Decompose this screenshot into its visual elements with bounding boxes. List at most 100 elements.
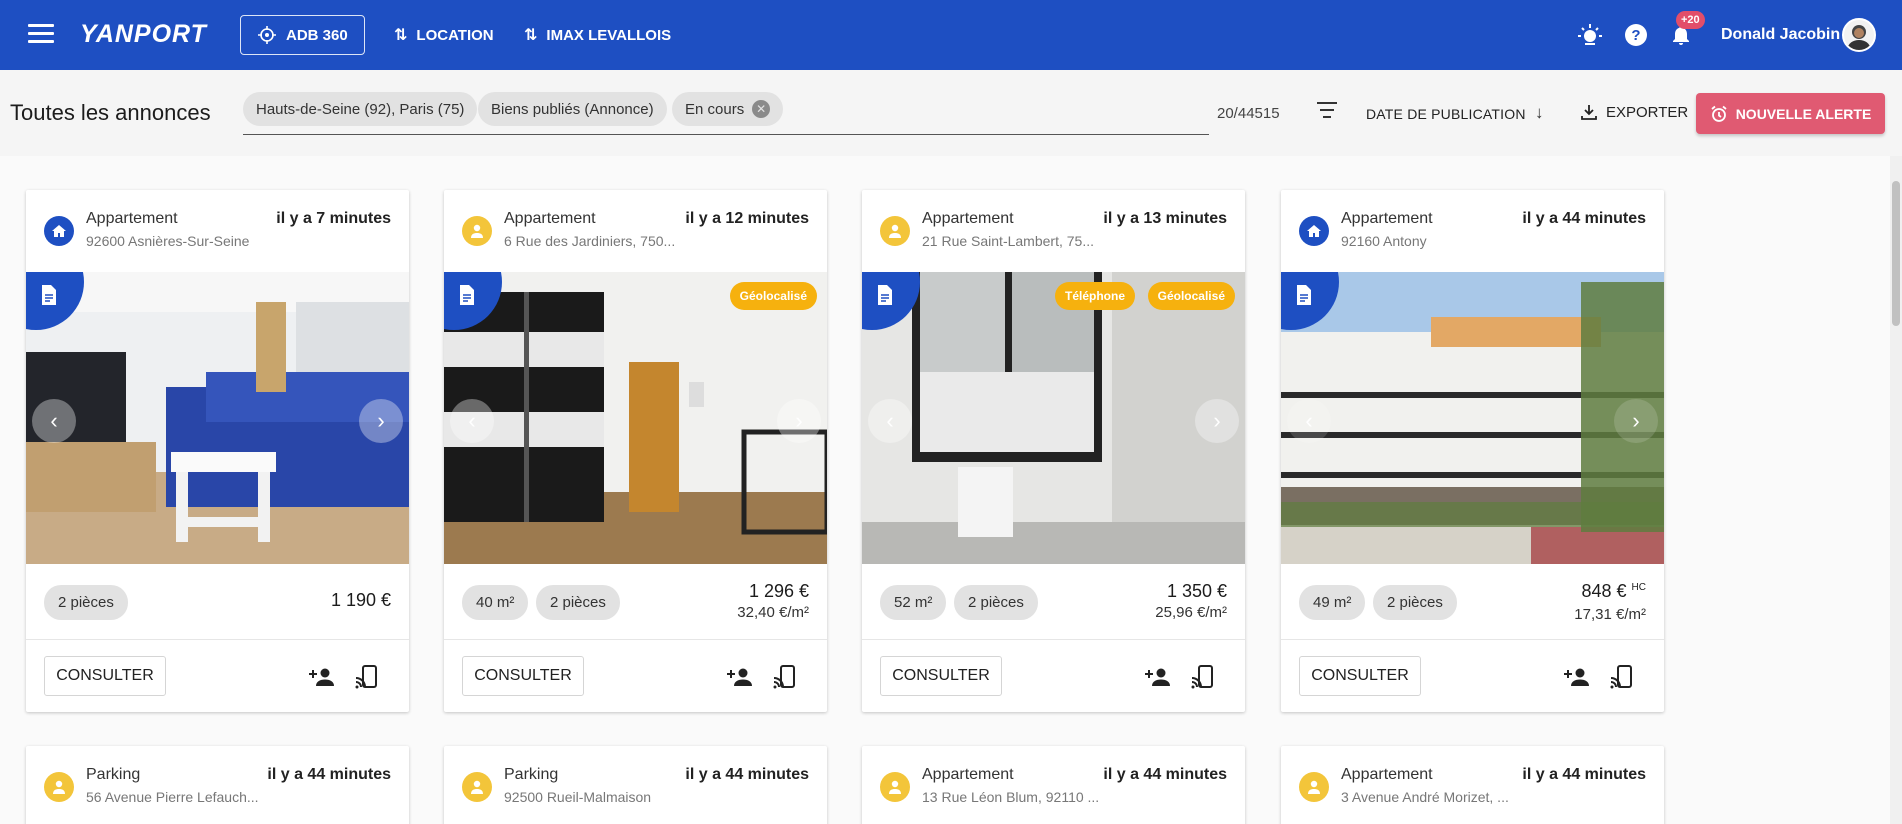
charges-label: HC bbox=[1631, 582, 1646, 593]
listing-time: il y a 44 minutes bbox=[685, 766, 809, 783]
filter-input-underline bbox=[243, 134, 1209, 135]
listing-photo[interactable]: ‹ › bbox=[26, 272, 409, 564]
menu-icon[interactable] bbox=[28, 24, 54, 46]
listing-card[interactable]: Appartement 21 Rue Saint-Lambert, 75... … bbox=[862, 190, 1245, 712]
home-icon bbox=[44, 216, 74, 246]
nav-label: LOCATION bbox=[416, 26, 494, 44]
alert-label: NOUVELLE ALERTE bbox=[1735, 105, 1872, 122]
previous-photo-button[interactable]: ‹ bbox=[450, 399, 494, 443]
swap-vert-icon: ⇅ bbox=[524, 27, 538, 44]
nav-location-button[interactable]: ⇅ LOCATION bbox=[394, 15, 494, 55]
rooms-chip: 2 pièces bbox=[1373, 585, 1457, 620]
cast-phone-icon[interactable] bbox=[354, 664, 380, 690]
filter-list-icon[interactable] bbox=[1315, 102, 1339, 122]
listing-card[interactable]: Parking 92500 Rueil-Malmaison il y a 44 … bbox=[444, 746, 827, 824]
filter-chip-status[interactable]: Biens publiés (Annonce) bbox=[478, 92, 667, 126]
document-icon bbox=[878, 285, 892, 305]
rooms-chip: 2 pièces bbox=[954, 585, 1038, 620]
listing-time: il y a 44 minutes bbox=[1522, 210, 1646, 227]
sort-select[interactable]: DATE DE PUBLICATION bbox=[1366, 106, 1526, 122]
top-app-bar: YANPORT ADB 360 ⇅ LOCATION ⇅ IMAX LEVALL… bbox=[0, 0, 1902, 70]
listing-card[interactable]: Appartement 3 Avenue André Morizet, ... … bbox=[1281, 746, 1664, 824]
listing-address: 3 Avenue André Morizet, ... bbox=[1341, 789, 1509, 805]
photo-image bbox=[1281, 272, 1664, 564]
swap-vert-icon: ⇅ bbox=[394, 27, 408, 44]
cast-phone-icon[interactable] bbox=[1190, 664, 1216, 690]
next-photo-button[interactable]: › bbox=[1614, 399, 1658, 443]
listing-card[interactable]: Appartement 13 Rue Léon Blum, 92110 ... … bbox=[862, 746, 1245, 824]
photo-image bbox=[862, 272, 1245, 564]
chip-label: Hauts-de-Seine (92), Paris (75) bbox=[256, 100, 465, 118]
listing-time: il y a 12 minutes bbox=[685, 210, 809, 227]
add-person-icon[interactable] bbox=[1564, 664, 1590, 690]
person-icon bbox=[462, 216, 492, 246]
next-photo-button[interactable]: › bbox=[359, 399, 403, 443]
chip-label: En cours bbox=[685, 100, 745, 118]
listing-card[interactable]: Appartement 92600 Asnières-Sur-Seine il … bbox=[26, 190, 409, 712]
page-title: Toutes les annonces bbox=[10, 100, 211, 125]
consult-button[interactable]: CONSULTER bbox=[462, 656, 584, 696]
listing-type: Parking bbox=[86, 766, 141, 783]
scrollbar-thumb[interactable] bbox=[1892, 181, 1900, 326]
arrow-down-icon[interactable]: ↓ bbox=[1535, 103, 1544, 123]
export-button[interactable]: EXPORTER bbox=[1580, 103, 1688, 121]
person-icon bbox=[462, 772, 492, 802]
geolocated-tag: Géolocalisé bbox=[1147, 282, 1235, 310]
avatar[interactable] bbox=[1842, 18, 1876, 52]
next-photo-button[interactable]: › bbox=[1195, 399, 1239, 443]
rooms-chip: 2 pièces bbox=[536, 585, 620, 620]
listing-address: 92160 Antony bbox=[1341, 233, 1427, 249]
cast-phone-icon[interactable] bbox=[1609, 664, 1635, 690]
nav-label: IMAX LEVALLOIS bbox=[546, 26, 672, 44]
consult-button[interactable]: CONSULTER bbox=[44, 656, 166, 696]
price-per-m2: 25,96 €/m² bbox=[1155, 604, 1227, 621]
add-person-icon[interactable] bbox=[309, 664, 335, 690]
app-logo[interactable]: YANPORT bbox=[80, 20, 207, 49]
export-label: EXPORTER bbox=[1606, 103, 1689, 121]
new-alert-button[interactable]: NOUVELLE ALERTE bbox=[1696, 93, 1885, 134]
nav-label: ADB 360 bbox=[286, 26, 348, 44]
next-photo-button[interactable]: › bbox=[777, 399, 821, 443]
listing-card[interactable]: Parking 56 Avenue Pierre Lefauch... il y… bbox=[26, 746, 409, 824]
person-icon bbox=[880, 772, 910, 802]
listing-photo[interactable]: Téléphone Géolocalisé ‹ › bbox=[862, 272, 1245, 564]
cast-phone-icon[interactable] bbox=[772, 664, 798, 690]
surface-chip: 40 m² bbox=[462, 585, 529, 620]
previous-photo-button[interactable]: ‹ bbox=[32, 399, 76, 443]
listing-card[interactable]: Appartement 92160 Antony il y a 44 minut… bbox=[1281, 190, 1664, 712]
add-person-icon[interactable] bbox=[1145, 664, 1171, 690]
consult-button[interactable]: CONSULTER bbox=[1299, 656, 1421, 696]
listing-time: il y a 7 minutes bbox=[276, 210, 391, 227]
consult-button[interactable]: CONSULTER bbox=[880, 656, 1002, 696]
filter-chip-location[interactable]: Hauts-de-Seine (92), Paris (75) bbox=[243, 92, 478, 126]
notifications-badge: +20 bbox=[1676, 11, 1705, 29]
filter-chip-en-cours[interactable]: En cours ✕ bbox=[672, 92, 784, 126]
user-name[interactable]: Donald Jacobin bbox=[1721, 26, 1840, 44]
nav-adb360-button[interactable]: ADB 360 bbox=[240, 15, 365, 55]
alarm-icon bbox=[1711, 105, 1727, 122]
nav-imax-levallois-button[interactable]: ⇅ IMAX LEVALLOIS bbox=[524, 15, 671, 55]
listing-time: il y a 44 minutes bbox=[267, 766, 391, 783]
scrollbar[interactable] bbox=[1890, 156, 1902, 824]
brightness-icon[interactable] bbox=[1577, 22, 1603, 48]
add-person-icon[interactable] bbox=[727, 664, 753, 690]
person-icon bbox=[1299, 772, 1329, 802]
listing-photo[interactable]: Géolocalisé ‹ › bbox=[444, 272, 827, 564]
listing-photo[interactable]: ‹ › bbox=[1281, 272, 1664, 564]
price-per-m2: 32,40 €/m² bbox=[737, 604, 809, 621]
listing-address: 92500 Rueil-Malmaison bbox=[504, 789, 652, 805]
person-icon bbox=[44, 772, 74, 802]
listing-address: 13 Rue Léon Blum, 92110 ... bbox=[922, 789, 1100, 805]
previous-photo-button[interactable]: ‹ bbox=[1287, 399, 1331, 443]
listing-price-wrap: 848 € HC bbox=[1581, 581, 1646, 602]
listing-address: 6 Rue des Jardiniers, 750... bbox=[504, 233, 676, 249]
results-count: 20/44515 bbox=[1217, 105, 1280, 122]
help-icon[interactable]: ? bbox=[1623, 22, 1649, 48]
close-icon[interactable]: ✕ bbox=[752, 100, 771, 118]
phone-tag: Téléphone bbox=[1054, 282, 1135, 310]
geolocated-tag: Géolocalisé bbox=[729, 282, 817, 310]
listing-type: Appartement bbox=[922, 766, 1014, 783]
previous-photo-button[interactable]: ‹ bbox=[868, 399, 912, 443]
listing-address: 56 Avenue Pierre Lefauch... bbox=[86, 789, 259, 805]
listing-card[interactable]: Appartement 6 Rue des Jardiniers, 750...… bbox=[444, 190, 827, 712]
